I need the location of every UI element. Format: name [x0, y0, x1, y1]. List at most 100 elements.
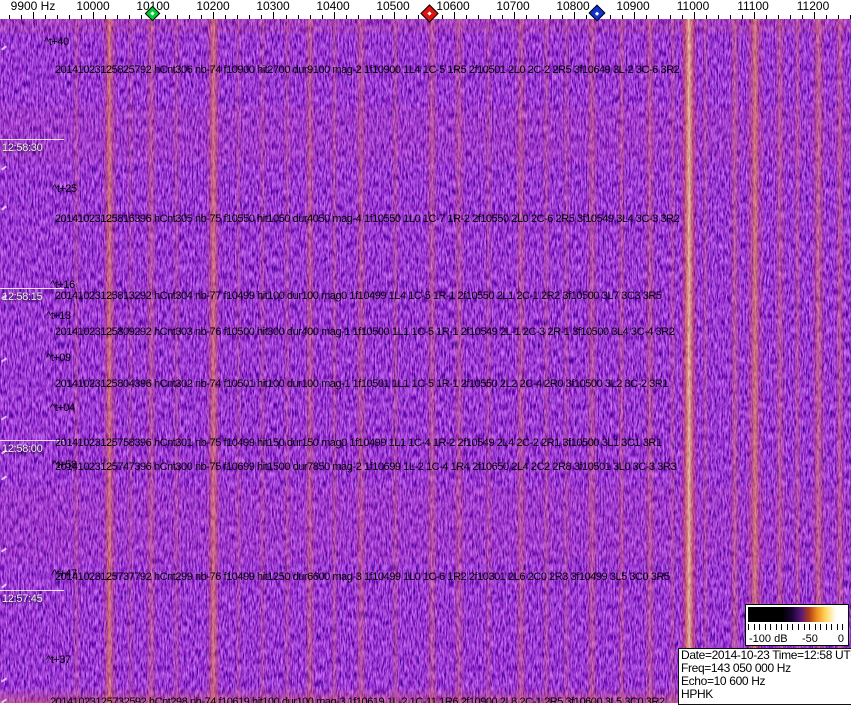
time-label: 12:58:00: [2, 443, 43, 455]
time-tick-line: [0, 590, 64, 591]
marker-center-dot: [426, 10, 432, 16]
legend-tick: [748, 624, 749, 630]
ruler-tick: [261, 15, 263, 19]
ruler-tick: [249, 15, 251, 19]
ruler-tick: [45, 15, 47, 19]
detection-log-line: 20141023125809292 hCnt303 nb-76 f10500 h…: [55, 326, 675, 338]
ruler-tick: [814, 12, 816, 19]
ruler-tick: [69, 15, 71, 19]
sweep-tick: [0, 45, 8, 51]
spectrogram[interactable]: 12:58:30 12:58:15 12:58:00 12:57:45 ^t+40 ^t…: [0, 19, 851, 703]
detection-log-line: 20141023125804396 hCnt302 nb-74 f10501 h…: [55, 378, 668, 390]
time-label: 12:58:15: [2, 291, 43, 303]
legend-tick: [759, 624, 761, 630]
legend-tick: [814, 624, 816, 630]
ruler-tick: [393, 12, 395, 19]
legend-tick: [820, 624, 822, 630]
color-gradient-bar: [748, 607, 844, 622]
detection-log-line: 20141023125758396 hCnt301 nb-75 f10499 h…: [55, 437, 662, 449]
ruler-tick: [802, 15, 804, 19]
ruler-tick: [694, 12, 696, 19]
ruler-tick: [754, 12, 756, 19]
legend-tick: [797, 624, 799, 630]
ruler-tick: [622, 15, 623, 19]
ruler-tick: [730, 15, 732, 19]
sweep-tick: [0, 677, 8, 683]
ruler-tick: [610, 15, 611, 19]
ruler-tick: [141, 15, 143, 19]
ruler-label: 11200: [796, 0, 830, 13]
ruler-tick: [273, 12, 275, 19]
ruler-tick: [333, 12, 335, 19]
ruler-tick: [778, 15, 780, 19]
ruler-tick: [513, 12, 515, 19]
ruler-tick: [165, 15, 167, 19]
ruler-label: 10900: [616, 0, 650, 13]
ruler-tick: [441, 15, 443, 19]
time-offset-label: ^t+09: [46, 352, 71, 364]
frequency-ruler[interactable]: 9900 Hz100001010010200103001040010500106…: [0, 0, 851, 23]
legend-tick: [836, 624, 838, 630]
marker-center-dot: [149, 10, 155, 16]
ruler-tick: [57, 15, 59, 19]
legend-tick: [775, 624, 777, 630]
sweep-tick: [0, 698, 8, 703]
ruler-tick: [33, 12, 34, 19]
legend-tick: [764, 624, 766, 630]
ruler-tick: [9, 15, 10, 19]
ruler-tick: [297, 15, 299, 19]
ruler-tick: [21, 15, 22, 19]
ruler-tick: [742, 15, 744, 19]
ruler-tick: [766, 15, 768, 19]
ruler-tick: [549, 15, 551, 19]
ruler-tick: [573, 12, 575, 19]
ruler-tick: [706, 15, 708, 19]
ruler-tick: [417, 15, 419, 19]
sweep-tick: [0, 475, 8, 481]
ruler-tick: [658, 15, 660, 19]
time-offset-label: ^t+04: [50, 402, 75, 414]
sweep-tick: [0, 547, 8, 553]
ruler-tick: [561, 15, 563, 19]
ruler-tick: [838, 15, 840, 19]
detection-log-line: 20141023125825792 hCnt306 nb-74 f10900 h…: [55, 64, 680, 76]
ruler-tick: [177, 15, 179, 19]
legend-tick: [831, 624, 833, 630]
sweep-tick: [0, 205, 8, 211]
legend-tick: [803, 624, 805, 630]
time-tick-line: [0, 139, 64, 140]
sweep-tick: [0, 415, 8, 421]
detection-log-line: 20141023125732592 hCnt298 nb-74 f10619 h…: [50, 696, 665, 703]
detection-log-line: 20141023125816396 hCnt305 nb-75 f10550 h…: [55, 213, 680, 225]
ruler-tick: [718, 15, 720, 19]
sweep-tick: [0, 583, 8, 589]
ruler-tick: [634, 12, 635, 19]
ruler-tick: [537, 15, 539, 19]
time-offset-label: ^t+13: [46, 310, 71, 322]
legend-label-max: 0: [837, 633, 844, 645]
time-offset-label: ^t+37: [46, 654, 71, 666]
ruler-tick: [826, 15, 828, 19]
legend-tick: [770, 624, 772, 630]
time-label: 12:57:45: [2, 593, 43, 605]
blue-frequency-marker[interactable]: [588, 4, 606, 22]
detection-log-line: 20141023125747396 hCnt300 nb-75 f10699 h…: [55, 461, 677, 473]
ruler-tick: [477, 15, 479, 19]
ruler-tick: [81, 15, 83, 19]
ruler-tick: [237, 15, 239, 19]
ruler-tick: [93, 12, 95, 19]
ruler-tick: [489, 15, 491, 19]
legend-tick: [786, 624, 788, 630]
legend-tick: [753, 624, 755, 630]
ruler-tick: [369, 15, 371, 19]
ruler-tick: [646, 15, 648, 19]
ruler-tick: [357, 15, 359, 19]
ruler-tick: [189, 15, 191, 19]
ruler-tick: [670, 15, 672, 19]
ruler-label: 11100: [737, 0, 769, 13]
ruler-tick: [453, 12, 455, 19]
legend-tick: [825, 624, 827, 630]
ruler-tick: [213, 12, 215, 19]
ruler-tick: [129, 15, 131, 19]
legend-label-min: -100 dB: [749, 633, 788, 645]
